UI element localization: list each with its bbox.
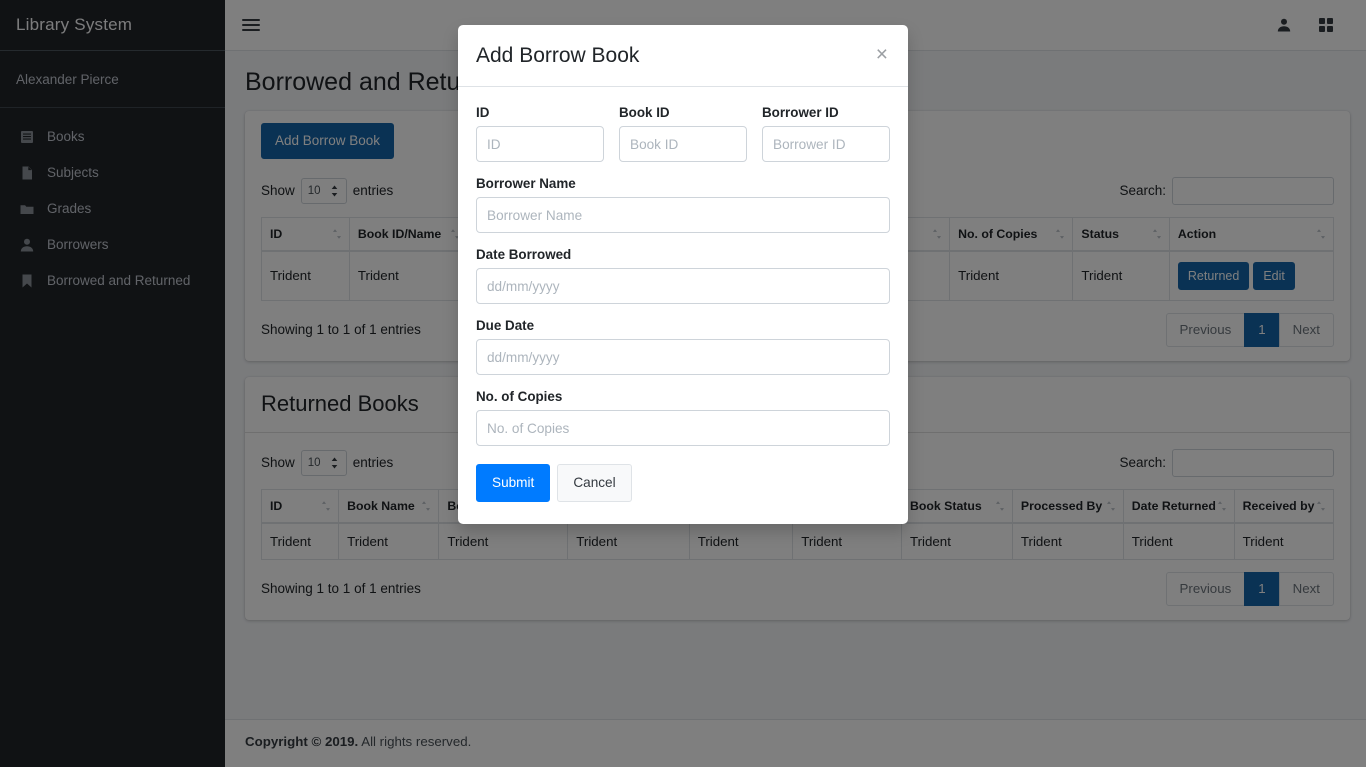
modal-header: Add Borrow Book × bbox=[458, 25, 908, 88]
field-group-borrower-id: Borrower ID bbox=[762, 105, 890, 163]
no-of-copies-input[interactable] bbox=[476, 410, 890, 447]
app-root: Library System Alexander Pierce Books Su… bbox=[0, 0, 1366, 767]
label-book-id: Book ID bbox=[619, 105, 670, 121]
field-group-borrower-name: Borrower Name bbox=[476, 176, 890, 234]
add-borrow-book-modal: Add Borrow Book × ID Book ID Borrower ID bbox=[458, 25, 908, 524]
borrower-name-input[interactable] bbox=[476, 197, 890, 234]
label-no-of-copies: No. of Copies bbox=[476, 389, 563, 405]
label-borrower-id: Borrower ID bbox=[762, 105, 839, 121]
cancel-button[interactable]: Cancel bbox=[557, 464, 632, 502]
field-group-date-borrowed: Date Borrowed bbox=[476, 247, 890, 305]
label-date-borrowed: Date Borrowed bbox=[476, 247, 572, 263]
field-group-book-id: Book ID bbox=[619, 105, 747, 163]
field-group-no-of-copies: No. of Copies bbox=[476, 389, 890, 447]
label-borrower-name: Borrower Name bbox=[476, 176, 576, 192]
modal-actions: Submit Cancel bbox=[476, 464, 890, 502]
book-id-input[interactable] bbox=[619, 126, 747, 163]
id-input[interactable] bbox=[476, 126, 604, 163]
borrower-id-input[interactable] bbox=[762, 126, 890, 163]
field-group-id: ID bbox=[476, 105, 604, 163]
modal-body: ID Book ID Borrower ID Borrower Name Dat… bbox=[458, 87, 908, 524]
date-borrowed-input[interactable] bbox=[476, 268, 890, 305]
field-group-due-date: Due Date bbox=[476, 318, 890, 376]
modal-row-ids: ID Book ID Borrower ID bbox=[476, 105, 890, 163]
due-date-input[interactable] bbox=[476, 339, 890, 376]
label-id: ID bbox=[476, 105, 490, 121]
submit-button[interactable]: Submit bbox=[476, 464, 551, 502]
close-icon[interactable]: × bbox=[874, 42, 890, 67]
modal-title: Add Borrow Book bbox=[476, 44, 640, 67]
label-due-date: Due Date bbox=[476, 318, 535, 334]
